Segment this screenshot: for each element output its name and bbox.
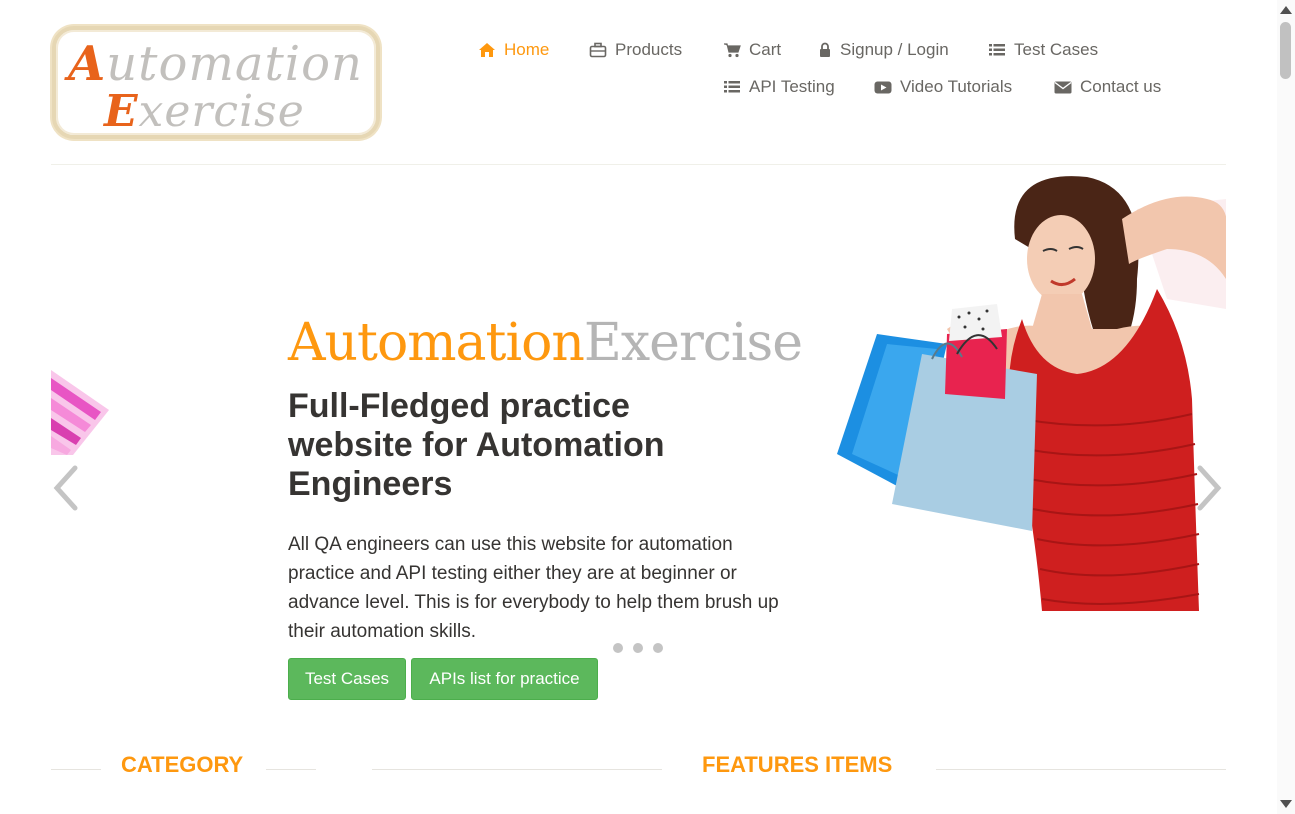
- scroll-up-arrow-icon[interactable]: [1280, 6, 1292, 14]
- features-items-title: FEATURES ITEMS: [702, 752, 893, 777]
- nav-video-tutorials-label: Video Tutorials: [900, 77, 1013, 96]
- home-icon: [478, 42, 496, 58]
- nav-test-cases[interactable]: Test Cases: [988, 40, 1098, 60]
- features-rule-left: [372, 769, 662, 770]
- logo-text-line2: Exercise: [104, 86, 305, 137]
- hero-carousel: AutomationExercise Full-Fledged practice…: [51, 165, 1228, 725]
- cart-icon: [723, 42, 741, 58]
- carousel-indicators: [613, 643, 663, 653]
- slide-heading: Full-Fledged practice website for Automa…: [288, 387, 665, 503]
- brand-title-part2: Exercise: [583, 313, 803, 373]
- slide-description: All QA engineers can use this website fo…: [288, 534, 779, 642]
- nav-home[interactable]: Home: [478, 40, 549, 60]
- list-icon: [723, 79, 741, 95]
- nav-cart-label: Cart: [749, 40, 782, 59]
- nav-signup-login[interactable]: Signup / Login: [818, 40, 949, 60]
- logo-initial-e: E: [104, 86, 139, 137]
- category-rule-right: [266, 769, 316, 770]
- logo-word-automation: utomation: [106, 36, 363, 92]
- carousel-indicator-2[interactable]: [633, 643, 643, 653]
- carousel-indicator-3[interactable]: [653, 643, 663, 653]
- test-cases-button[interactable]: Test Cases: [288, 658, 406, 700]
- category-rule-left: [51, 769, 101, 770]
- youtube-play-icon: [874, 79, 892, 95]
- girl-with-shopping-bags-image: [837, 169, 1228, 611]
- list-icon: [988, 42, 1006, 58]
- nav-video-tutorials[interactable]: Video Tutorials: [874, 77, 1012, 97]
- briefcase-icon: [589, 42, 607, 58]
- nav-api-testing[interactable]: API Testing: [723, 77, 835, 97]
- lock-icon: [818, 42, 832, 58]
- features-rule-right: [936, 769, 1226, 770]
- previous-slide-gift-image: [51, 370, 109, 455]
- nav-contact-us-label: Contact us: [1080, 77, 1162, 96]
- scrollbar-thumb[interactable]: [1280, 22, 1291, 79]
- carousel-indicator-1[interactable]: [613, 643, 623, 653]
- nav-products-label: Products: [615, 40, 683, 59]
- nav-home-label: Home: [504, 40, 550, 59]
- nav-test-cases-label: Test Cases: [1014, 40, 1099, 59]
- nav-api-testing-label: API Testing: [749, 77, 835, 96]
- brand-title-part1: Automation: [288, 313, 585, 373]
- nav-signup-login-label: Signup / Login: [840, 40, 949, 59]
- main-nav: Home Products Cart Signup / Login Test C…: [478, 32, 1198, 122]
- envelope-icon: [1054, 79, 1072, 95]
- logo-word-exercise: xercise: [138, 86, 305, 137]
- logo-text-line1: Automation: [68, 36, 363, 92]
- scroll-down-arrow-icon[interactable]: [1280, 800, 1292, 808]
- category-title: CATEGORY: [121, 752, 244, 777]
- carousel-prev-chevron-left-icon[interactable]: [51, 465, 81, 511]
- apis-list-button[interactable]: APIs list for practice: [411, 658, 598, 700]
- site-logo[interactable]: Automation Exercise: [52, 26, 380, 139]
- slide-brand-title: AutomationExercise: [288, 313, 803, 373]
- nav-cart[interactable]: Cart: [723, 40, 781, 60]
- logo-initial-a: A: [68, 36, 107, 92]
- logo-frame: Automation Exercise: [52, 26, 380, 139]
- nav-contact-us[interactable]: Contact us: [1054, 77, 1161, 97]
- nav-products[interactable]: Products: [589, 40, 682, 60]
- carousel-next-chevron-right-icon[interactable]: [1194, 465, 1224, 511]
- page-scrollbar[interactable]: [1277, 0, 1295, 814]
